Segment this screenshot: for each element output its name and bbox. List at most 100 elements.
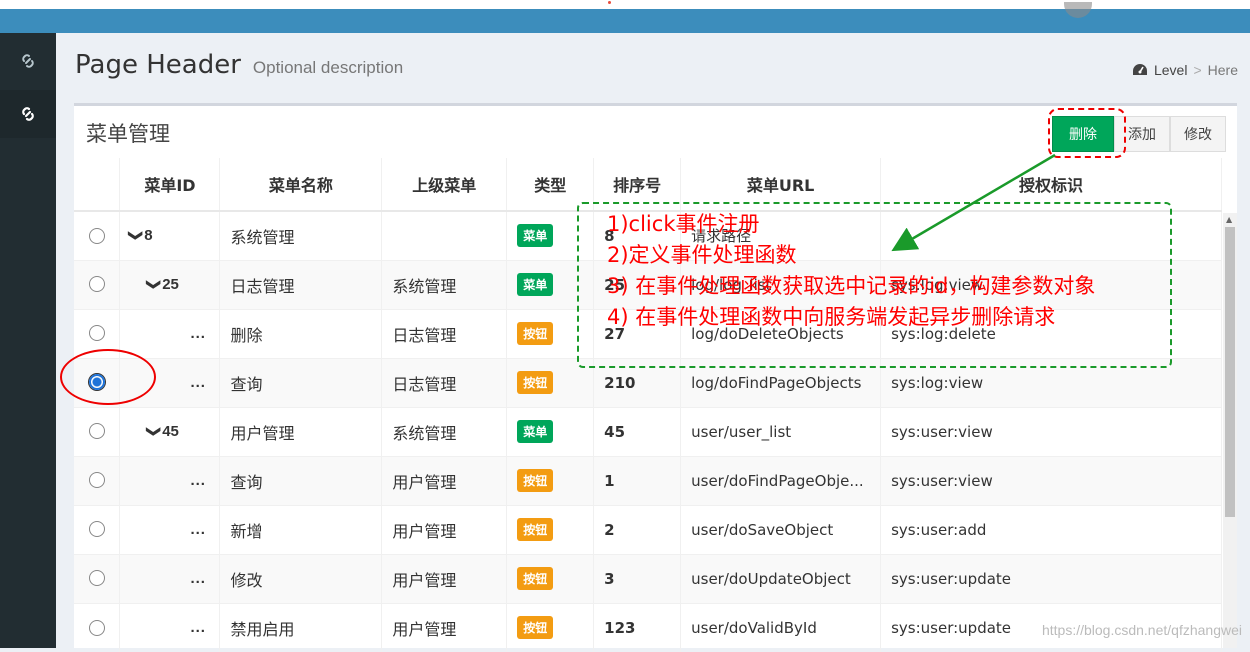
sidebar-item-link-1[interactable] bbox=[0, 37, 56, 85]
row-select-radio[interactable] bbox=[89, 472, 105, 488]
select-cell[interactable] bbox=[74, 211, 120, 260]
breadcrumb-here: Here bbox=[1208, 62, 1238, 78]
menu-name: 系统管理 bbox=[220, 211, 382, 260]
row-select-radio[interactable] bbox=[89, 228, 105, 244]
row-select-radio[interactable] bbox=[89, 521, 105, 537]
breadcrumb-level[interactable]: Level bbox=[1154, 62, 1187, 78]
parent-menu: 用户管理 bbox=[382, 603, 507, 652]
type-cell: 按钮 bbox=[507, 554, 594, 603]
annotation-line: 2)定义事件处理函数 bbox=[607, 240, 1095, 271]
row-select-radio[interactable] bbox=[89, 620, 105, 636]
breadcrumb: Level > Here bbox=[1132, 62, 1238, 78]
type-badge: 按钮 bbox=[517, 322, 553, 345]
parent-menu: 系统管理 bbox=[382, 407, 507, 456]
permission: sys:user:view bbox=[881, 407, 1222, 456]
parent-menu: 用户管理 bbox=[382, 554, 507, 603]
menu-id: 8 bbox=[144, 227, 152, 244]
type-cell: 按钮 bbox=[507, 603, 594, 652]
type-badge: 按钮 bbox=[517, 518, 553, 541]
user-avatar[interactable] bbox=[1064, 2, 1092, 18]
scrollbar[interactable]: ▲ bbox=[1223, 213, 1237, 648]
type-badge: 菜单 bbox=[517, 273, 553, 296]
column-header: 上级菜单 bbox=[382, 158, 507, 211]
parent-menu: 日志管理 bbox=[382, 358, 507, 407]
permission: sys:user:add bbox=[881, 505, 1222, 554]
column-header bbox=[74, 158, 120, 211]
annotation-line: 3) 在事件处理函数获取选中记录的id，构建参数对象 bbox=[607, 271, 1095, 302]
edit-button[interactable]: 修改 bbox=[1170, 116, 1226, 152]
type-cell: 按钮 bbox=[507, 505, 594, 554]
menu-name: 用户管理 bbox=[220, 407, 382, 456]
sort-number: 123 bbox=[594, 603, 681, 652]
link-icon bbox=[18, 104, 38, 124]
id-cell: ❯8 bbox=[120, 211, 220, 260]
link-icon bbox=[18, 51, 38, 71]
notification-dot bbox=[608, 1, 611, 4]
menu-id: ... bbox=[190, 619, 206, 636]
select-cell[interactable] bbox=[74, 505, 120, 554]
permission: sys:user:view bbox=[881, 456, 1222, 505]
menu-url: user/doFindPageObje... bbox=[681, 456, 881, 505]
menu-id: ... bbox=[190, 374, 206, 391]
id-cell: ... bbox=[120, 456, 220, 505]
parent-menu: 用户管理 bbox=[382, 456, 507, 505]
select-cell[interactable] bbox=[74, 456, 120, 505]
menu-name: 删除 bbox=[220, 309, 382, 358]
menu-name: 查询 bbox=[220, 456, 382, 505]
id-cell: ... bbox=[120, 603, 220, 652]
row-select-radio[interactable] bbox=[89, 276, 105, 292]
menu-id: ... bbox=[190, 472, 206, 489]
table-row[interactable]: ❯45用户管理系统管理菜单45user/user_listsys:user:vi… bbox=[74, 407, 1222, 456]
annotation-text: 1)click事件注册 2)定义事件处理函数 3) 在事件处理函数获取选中记录的… bbox=[607, 209, 1095, 333]
menu-url: user/user_list bbox=[681, 407, 881, 456]
select-cell[interactable] bbox=[74, 407, 120, 456]
select-cell[interactable] bbox=[74, 603, 120, 652]
row-select-radio[interactable] bbox=[89, 570, 105, 586]
column-header: 菜单ID bbox=[120, 158, 220, 211]
page-title: Page Header bbox=[75, 50, 241, 80]
menu-id: ... bbox=[190, 521, 206, 538]
id-cell: ... bbox=[120, 505, 220, 554]
chevron-down-icon[interactable]: ❯ bbox=[146, 426, 163, 438]
row-select-radio[interactable] bbox=[89, 325, 105, 341]
type-badge: 按钮 bbox=[517, 567, 553, 590]
chevron-down-icon[interactable]: ❯ bbox=[128, 230, 145, 242]
type-cell: 菜单 bbox=[507, 407, 594, 456]
menu-name: 修改 bbox=[220, 554, 382, 603]
table-row[interactable]: ...新增用户管理按钮2user/doSaveObjectsys:user:ad… bbox=[74, 505, 1222, 554]
row-select-radio[interactable] bbox=[89, 423, 105, 439]
type-badge: 菜单 bbox=[517, 420, 553, 443]
sort-number: 45 bbox=[594, 407, 681, 456]
select-cell[interactable] bbox=[74, 260, 120, 309]
watermark: https://blog.csdn.net/qfzhangwei bbox=[1042, 622, 1242, 638]
id-cell: ❯25 bbox=[120, 260, 220, 309]
menu-name: 新增 bbox=[220, 505, 382, 554]
annotation-line: 4) 在事件处理函数中向服务端发起异步删除请求 bbox=[607, 302, 1095, 333]
menu-id: ... bbox=[190, 325, 206, 342]
dashboard-icon bbox=[1132, 63, 1148, 77]
logo-area bbox=[0, 0, 56, 9]
scrollbar-thumb[interactable] bbox=[1225, 227, 1235, 517]
chevron-down-icon[interactable]: ❯ bbox=[146, 279, 163, 291]
sidebar bbox=[0, 33, 56, 648]
type-badge: 菜单 bbox=[517, 224, 553, 247]
menu-id: 45 bbox=[162, 423, 179, 440]
column-header: 菜单名称 bbox=[220, 158, 382, 211]
menu-box: 菜单管理 删除 添加 修改 菜单ID 菜单名称 上级菜单 类型 排序号 菜单UR… bbox=[74, 103, 1237, 648]
scroll-up-icon[interactable]: ▲ bbox=[1226, 215, 1232, 224]
menu-id: 25 bbox=[162, 276, 179, 293]
box-title: 菜单管理 bbox=[86, 118, 170, 148]
menu-name: 查询 bbox=[220, 358, 382, 407]
select-cell[interactable] bbox=[74, 554, 120, 603]
sidebar-item-link-2[interactable] bbox=[0, 90, 56, 138]
table-row[interactable]: ...查询用户管理按钮1user/doFindPageObje...sys:us… bbox=[74, 456, 1222, 505]
table-row[interactable]: ...修改用户管理按钮3user/doUpdateObjectsys:user:… bbox=[74, 554, 1222, 603]
page-description: Optional description bbox=[253, 58, 403, 78]
breadcrumb-separator: > bbox=[1193, 62, 1201, 78]
parent-menu: 日志管理 bbox=[382, 309, 507, 358]
sort-number: 3 bbox=[594, 554, 681, 603]
id-cell: ❯45 bbox=[120, 407, 220, 456]
type-badge: 按钮 bbox=[517, 469, 553, 492]
top-navbar bbox=[0, 0, 1250, 33]
menu-name: 禁用启用 bbox=[220, 603, 382, 652]
